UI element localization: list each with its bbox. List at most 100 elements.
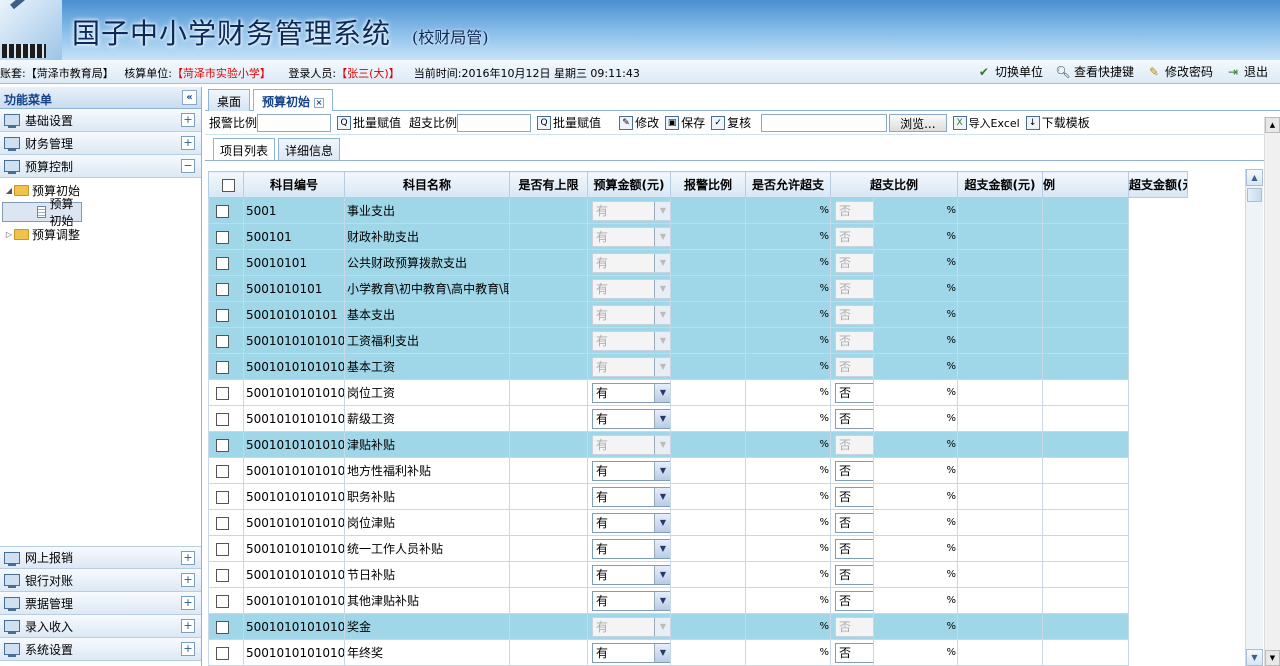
allow-over-select[interactable]: 否▼: [835, 382, 873, 403]
scroll-down-icon[interactable]: ▼: [1265, 650, 1280, 666]
row-select-cell[interactable]: [208, 327, 244, 354]
over-ratio-cell[interactable]: %: [872, 483, 959, 510]
over-amount-cell[interactable]: [957, 561, 1044, 588]
expand-icon[interactable]: +: [181, 113, 195, 127]
allow-over-select[interactable]: 否▼: [835, 356, 873, 377]
row-checkbox[interactable]: [216, 282, 229, 296]
import-excel-button[interactable]: X 导入Excel: [952, 115, 1020, 131]
over-amount-cell[interactable]: [957, 509, 1044, 536]
row-select-cell[interactable]: [208, 639, 244, 666]
alarm-ratio-cell[interactable]: %: [745, 535, 831, 562]
allow-over-select[interactable]: 否▼: [835, 538, 873, 559]
row-select-cell[interactable]: [208, 379, 244, 406]
row-checkbox[interactable]: [216, 464, 229, 478]
over-ratio-cell[interactable]: %: [872, 535, 959, 562]
table-row[interactable]: 500101010101010205节日补贴有▼%否▼%: [208, 561, 1188, 588]
chevron-down-icon[interactable]: ▼: [654, 643, 670, 662]
table-row[interactable]: 5001010101010103奖金有▼%否▼%: [208, 613, 1188, 640]
change-password-button[interactable]: ✎ 修改密码: [1146, 63, 1213, 80]
over-amount-2-cell[interactable]: [1042, 457, 1130, 484]
chevron-down-icon[interactable]: ▼: [654, 357, 670, 376]
row-checkbox[interactable]: [216, 646, 229, 660]
edit-button[interactable]: ✎ 修改: [619, 114, 659, 131]
allow-over-select[interactable]: 否▼: [835, 590, 873, 611]
table-row[interactable]: 500101010101010203岗位津贴有▼%否▼%: [208, 509, 1188, 536]
budget-amount-cell[interactable]: [670, 327, 746, 354]
scroll-up-icon[interactable]: ▲: [1246, 169, 1263, 186]
alarm-ratio-cell[interactable]: %: [745, 353, 831, 380]
limit-select[interactable]: 有 ▼: [592, 200, 670, 221]
alarm-ratio-cell[interactable]: %: [745, 379, 831, 406]
limit-select[interactable]: 有 ▼: [592, 486, 670, 507]
chevron-down-icon[interactable]: ▼: [654, 227, 670, 246]
tab-detail-info[interactable]: 详细信息: [278, 138, 341, 160]
expand-icon[interactable]: +: [181, 573, 195, 587]
close-icon[interactable]: ×: [314, 98, 325, 108]
over-ratio-cell[interactable]: %: [872, 275, 959, 302]
over-amount-cell[interactable]: [957, 457, 1044, 484]
expand-icon[interactable]: +: [181, 596, 195, 610]
tab-project-list[interactable]: 项目列表: [213, 138, 276, 160]
alarm-ratio-cell[interactable]: %: [745, 483, 831, 510]
review-button[interactable]: ✓ 复核: [711, 114, 751, 131]
table-row[interactable]: 500101财政补助支出有▼%否▼%: [208, 223, 1188, 250]
table-row[interactable]: 5001010101小学教育\初中教育\高中教育\职业教育有▼%否▼%: [208, 275, 1188, 302]
chevron-down-icon[interactable]: ▼: [654, 591, 670, 610]
over-amount-2-cell[interactable]: [1042, 275, 1130, 302]
over-amount-2-cell[interactable]: [1042, 379, 1130, 406]
row-select-cell[interactable]: [208, 275, 244, 302]
row-select-cell[interactable]: [208, 509, 244, 536]
over-ratio-cell[interactable]: %: [872, 249, 959, 276]
budget-amount-cell[interactable]: [670, 275, 746, 302]
grid-scrollbar[interactable]: ▲ ▼: [1245, 169, 1263, 666]
chevron-down-icon[interactable]: ▼: [654, 331, 670, 350]
over-ratio-cell[interactable]: %: [872, 405, 959, 432]
limit-select[interactable]: 有 ▼: [592, 382, 670, 403]
row-checkbox[interactable]: [216, 438, 229, 452]
allow-over-select[interactable]: 否▼: [835, 434, 873, 455]
row-select-cell[interactable]: [208, 405, 244, 432]
sidebar-item-finance[interactable]: 财务管理 +: [0, 132, 201, 155]
budget-amount-cell[interactable]: [670, 535, 746, 562]
budget-amount-cell[interactable]: [670, 353, 746, 380]
limit-select[interactable]: 有 ▼: [592, 330, 670, 351]
over-ratio-cell[interactable]: %: [872, 197, 959, 224]
select-all-checkbox[interactable]: [222, 178, 235, 192]
collapse-icon[interactable]: «: [182, 90, 197, 105]
alarm-ratio-input[interactable]: [257, 113, 332, 132]
chevron-down-icon[interactable]: ▼: [654, 253, 670, 272]
batch-assign-alarm-button[interactable]: Q 批量赋值: [337, 114, 401, 131]
budget-amount-cell[interactable]: [670, 197, 746, 224]
over-amount-cell[interactable]: [957, 639, 1044, 666]
row-select-cell[interactable]: [208, 301, 244, 328]
over-ratio-cell[interactable]: %: [872, 509, 959, 536]
logout-button[interactable]: ⇥ 退出: [1225, 63, 1268, 80]
over-ratio-cell[interactable]: %: [872, 561, 959, 588]
alarm-ratio-cell[interactable]: %: [745, 223, 831, 250]
budget-amount-cell[interactable]: [670, 379, 746, 406]
sidebar-item-system-settings[interactable]: 系统设置 +: [0, 638, 201, 661]
over-amount-2-cell[interactable]: [1042, 613, 1130, 640]
budget-amount-cell[interactable]: [670, 457, 746, 484]
over-amount-cell[interactable]: [957, 197, 1044, 224]
table-row[interactable]: 500101010101010102薪级工资有▼%否▼%: [208, 405, 1188, 432]
row-select-cell[interactable]: [208, 483, 244, 510]
budget-amount-cell[interactable]: [670, 431, 746, 458]
expand-icon[interactable]: +: [181, 136, 195, 150]
budget-amount-cell[interactable]: [670, 301, 746, 328]
allow-over-select[interactable]: 否▼: [835, 330, 873, 351]
table-row[interactable]: 500101010101010204统一工作人员补贴有▼%否▼%: [208, 535, 1188, 562]
allow-over-select[interactable]: 否▼: [835, 512, 873, 533]
limit-select[interactable]: 有 ▼: [592, 356, 670, 377]
limit-select[interactable]: 有 ▼: [592, 408, 670, 429]
limit-select[interactable]: 有 ▼: [592, 304, 670, 325]
chevron-down-icon[interactable]: ▼: [654, 539, 670, 558]
download-template-button[interactable]: ↓ 下载模板: [1025, 114, 1090, 131]
allow-over-select[interactable]: 否▼: [835, 564, 873, 585]
alarm-ratio-cell[interactable]: %: [745, 197, 831, 224]
row-select-cell[interactable]: [208, 249, 244, 276]
over-amount-cell[interactable]: [957, 275, 1044, 302]
allow-over-select[interactable]: 否▼: [835, 252, 873, 273]
over-ratio-cell[interactable]: %: [872, 613, 959, 640]
over-amount-2-cell[interactable]: [1042, 535, 1130, 562]
